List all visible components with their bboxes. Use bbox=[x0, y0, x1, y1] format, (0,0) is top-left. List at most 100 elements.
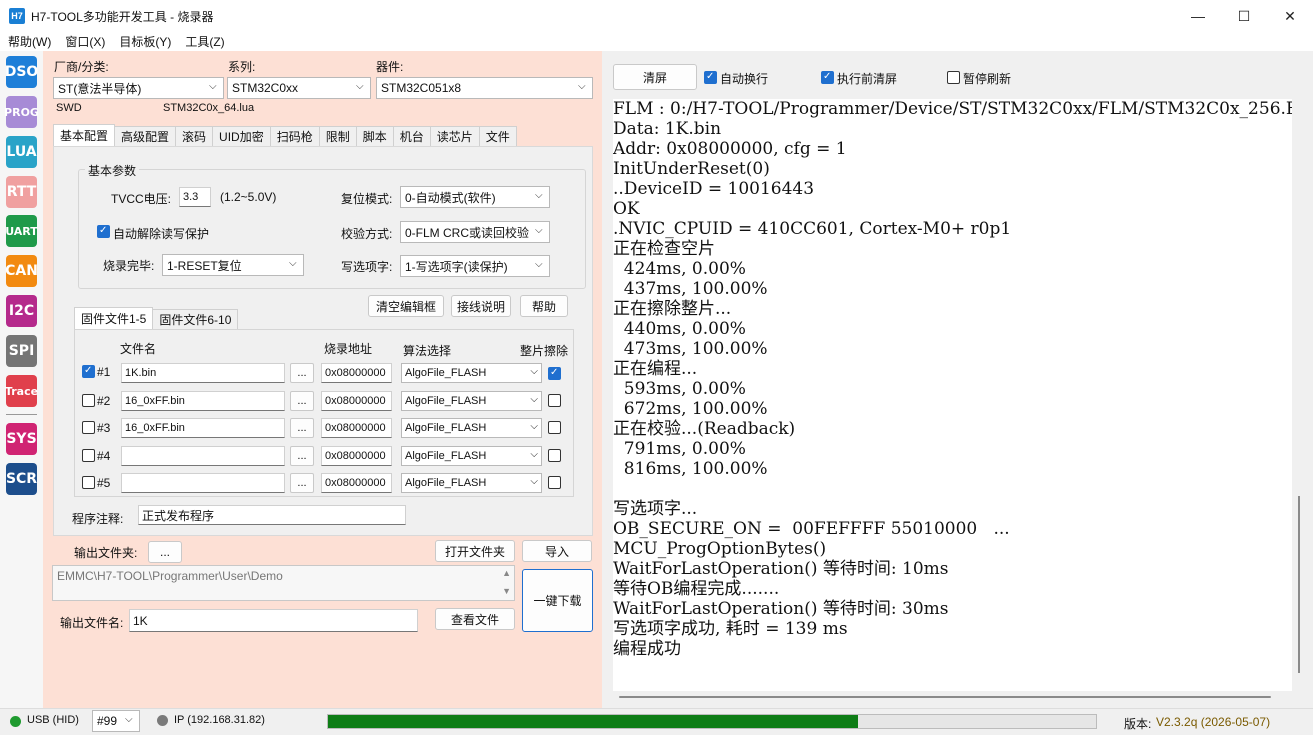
browse-file-button[interactable]: ... bbox=[290, 446, 314, 466]
vendor-label: 厂商/分类: bbox=[54, 60, 109, 74]
chevron-down-icon: ⌵ bbox=[125, 714, 133, 725]
console-line: .NVIC_CPUID = 410CC601, Cortex-M0+ r0p1 bbox=[613, 219, 1012, 239]
tab-files-6-10[interactable]: 固件文件6-10 bbox=[152, 309, 239, 329]
close-button[interactable]: ✕ bbox=[1267, 0, 1313, 32]
tool-i2c[interactable]: I2C bbox=[6, 295, 37, 327]
file-name-input[interactable]: 16_0xFF.bin bbox=[121, 391, 285, 411]
algo-select[interactable]: AlgoFile_FLASH ⌵ bbox=[401, 363, 542, 383]
vscroll-thumb[interactable] bbox=[1298, 496, 1300, 673]
progress-bar bbox=[327, 714, 1097, 729]
full-erase-checkbox[interactable] bbox=[548, 476, 561, 489]
import-button[interactable]: 导入 bbox=[522, 540, 592, 562]
browse-file-button[interactable]: ... bbox=[290, 473, 314, 493]
tool-spi[interactable]: SPI bbox=[6, 335, 37, 367]
file-name-input[interactable]: 1K.bin bbox=[121, 363, 285, 383]
maximize-button[interactable]: ☐ bbox=[1221, 0, 1267, 32]
one-key-download-button[interactable]: 一键下载 bbox=[522, 569, 593, 632]
series-select[interactable]: STM32C0xx ⌵ bbox=[227, 77, 371, 99]
file-name-input[interactable] bbox=[121, 473, 285, 493]
menu-window[interactable]: 窗口(X) bbox=[65, 33, 105, 50]
browse-file-button[interactable]: ... bbox=[290, 418, 314, 438]
tab-scanner[interactable]: 扫码枪 bbox=[269, 126, 320, 146]
minimize-button[interactable]: — bbox=[1175, 0, 1221, 32]
reset-mode-label: 复位模式: bbox=[341, 192, 393, 206]
full-erase-checkbox[interactable] bbox=[548, 394, 561, 407]
full-erase-checkbox[interactable] bbox=[548, 421, 561, 434]
view-file-button[interactable]: 查看文件 bbox=[435, 608, 515, 630]
address-input[interactable]: 0x08000000 bbox=[321, 363, 392, 383]
verify-select[interactable]: 0-FLM CRC或读回校验 ⌵ bbox=[400, 221, 550, 243]
tab-files-1-5[interactable]: 固件文件1-5 bbox=[74, 307, 154, 329]
algo-select[interactable]: AlgoFile_FLASH ⌵ bbox=[401, 446, 542, 466]
tool-lua[interactable]: LUA bbox=[6, 136, 37, 168]
tvcc-input[interactable]: 3.3 bbox=[179, 187, 211, 207]
file-enable-checkbox[interactable] bbox=[82, 449, 95, 462]
tool-prog[interactable]: PROG bbox=[4, 96, 39, 128]
output-folder-path[interactable]: EMMC\H7-TOOL\Programmer\User\Demo ▲ ▼ bbox=[52, 565, 515, 601]
address-input[interactable]: 0x08000000 bbox=[321, 473, 392, 493]
file-enable-checkbox[interactable] bbox=[82, 365, 95, 378]
tab-files[interactable]: 文件 bbox=[478, 126, 517, 146]
help-button[interactable]: 帮助 bbox=[520, 295, 568, 317]
console-panel: 清屏 自动换行 执行前清屏 暂停刷新 FLM : 0:/H7-TOOL/Prog… bbox=[602, 51, 1313, 708]
auto-unlock-checkbox[interactable] bbox=[97, 225, 110, 238]
menu-target[interactable]: 目标板(Y) bbox=[119, 33, 171, 50]
reset-mode-select[interactable]: 0-自动模式(软件) ⌵ bbox=[400, 186, 550, 208]
console-line: FLM : 0:/H7-TOOL/Programmer/Device/ST/ST… bbox=[613, 99, 1292, 119]
hscroll-thumb[interactable] bbox=[619, 696, 1271, 698]
browse-file-button[interactable]: ... bbox=[290, 391, 314, 411]
clear-before-run-checkbox[interactable] bbox=[821, 71, 834, 84]
file-name-input[interactable]: 16_0xFF.bin bbox=[121, 418, 285, 438]
menu-tools[interactable]: 工具(Z) bbox=[185, 33, 224, 50]
open-folder-button[interactable]: 打开文件夹 bbox=[435, 540, 515, 562]
tool-can[interactable]: CAN bbox=[5, 255, 38, 287]
file-enable-checkbox[interactable] bbox=[82, 394, 95, 407]
tool-scr[interactable]: SCR bbox=[6, 463, 37, 495]
tab-read-chip[interactable]: 读芯片 bbox=[429, 126, 480, 146]
tab-limit[interactable]: 限制 bbox=[318, 126, 357, 146]
tool-sys[interactable]: SYS bbox=[6, 423, 37, 455]
auto-wrap-checkbox[interactable] bbox=[704, 71, 717, 84]
lua-file-label: STM32C0x_64.lua bbox=[163, 102, 255, 114]
scroll-up-icon[interactable]: ▲ bbox=[502, 568, 511, 578]
file-enable-checkbox[interactable] bbox=[82, 476, 95, 489]
address-input[interactable]: 0x08000000 bbox=[321, 391, 392, 411]
progress-fill bbox=[328, 715, 858, 728]
part-select[interactable]: STM32C051x8 ⌵ bbox=[376, 77, 593, 99]
file-enable-checkbox[interactable] bbox=[82, 421, 95, 434]
tab-basic[interactable]: 基本配置 bbox=[53, 124, 116, 146]
algo-select[interactable]: AlgoFile_FLASH ⌵ bbox=[401, 473, 542, 493]
tab-machine[interactable]: 机台 bbox=[392, 126, 431, 146]
tool-uart[interactable]: UART bbox=[5, 215, 38, 247]
vendor-select[interactable]: ST(意法半导体) ⌵ bbox=[53, 77, 224, 99]
output-name-input[interactable]: 1K bbox=[129, 609, 418, 632]
tab-rolling-code[interactable]: 滚码 bbox=[175, 126, 214, 146]
device-number-select[interactable]: #99 ⌵ bbox=[92, 710, 140, 732]
console-hscrollbar[interactable] bbox=[613, 691, 1292, 703]
menu-help[interactable]: 帮助(W) bbox=[8, 33, 51, 50]
browse-file-button[interactable]: ... bbox=[290, 363, 314, 383]
algo-select[interactable]: AlgoFile_FLASH ⌵ bbox=[401, 391, 542, 411]
tab-script[interactable]: 脚本 bbox=[355, 126, 394, 146]
console-output[interactable]: FLM : 0:/H7-TOOL/Programmer/Device/ST/ST… bbox=[613, 99, 1292, 691]
scroll-down-icon[interactable]: ▼ bbox=[502, 586, 511, 596]
option-bytes-select[interactable]: 1-写选项字(读保护) ⌵ bbox=[400, 255, 550, 277]
tool-dso[interactable]: DSO bbox=[5, 56, 38, 88]
clear-edit-button[interactable]: 清空编辑框 bbox=[368, 295, 444, 317]
algo-select[interactable]: AlgoFile_FLASH ⌵ bbox=[401, 418, 542, 438]
address-input[interactable]: 0x08000000 bbox=[321, 446, 392, 466]
full-erase-checkbox[interactable] bbox=[548, 449, 561, 462]
comment-input[interactable]: 正式发布程序 bbox=[138, 505, 406, 525]
finish-select[interactable]: 1-RESET复位 ⌵ bbox=[162, 254, 304, 276]
clear-console-button[interactable]: 清屏 bbox=[613, 64, 697, 90]
address-input[interactable]: 0x08000000 bbox=[321, 418, 392, 438]
full-erase-checkbox[interactable] bbox=[548, 367, 561, 380]
tool-rtt[interactable]: RTT bbox=[6, 176, 37, 208]
wiring-button[interactable]: 接线说明 bbox=[451, 295, 511, 317]
file-name-input[interactable] bbox=[121, 446, 285, 466]
pause-refresh-checkbox[interactable] bbox=[947, 71, 960, 84]
tool-trace[interactable]: Trace bbox=[5, 375, 38, 407]
tab-uid-encrypt[interactable]: UID加密 bbox=[212, 126, 271, 146]
browse-folder-button[interactable]: ... bbox=[148, 541, 182, 563]
tab-advanced[interactable]: 高级配置 bbox=[114, 126, 177, 146]
